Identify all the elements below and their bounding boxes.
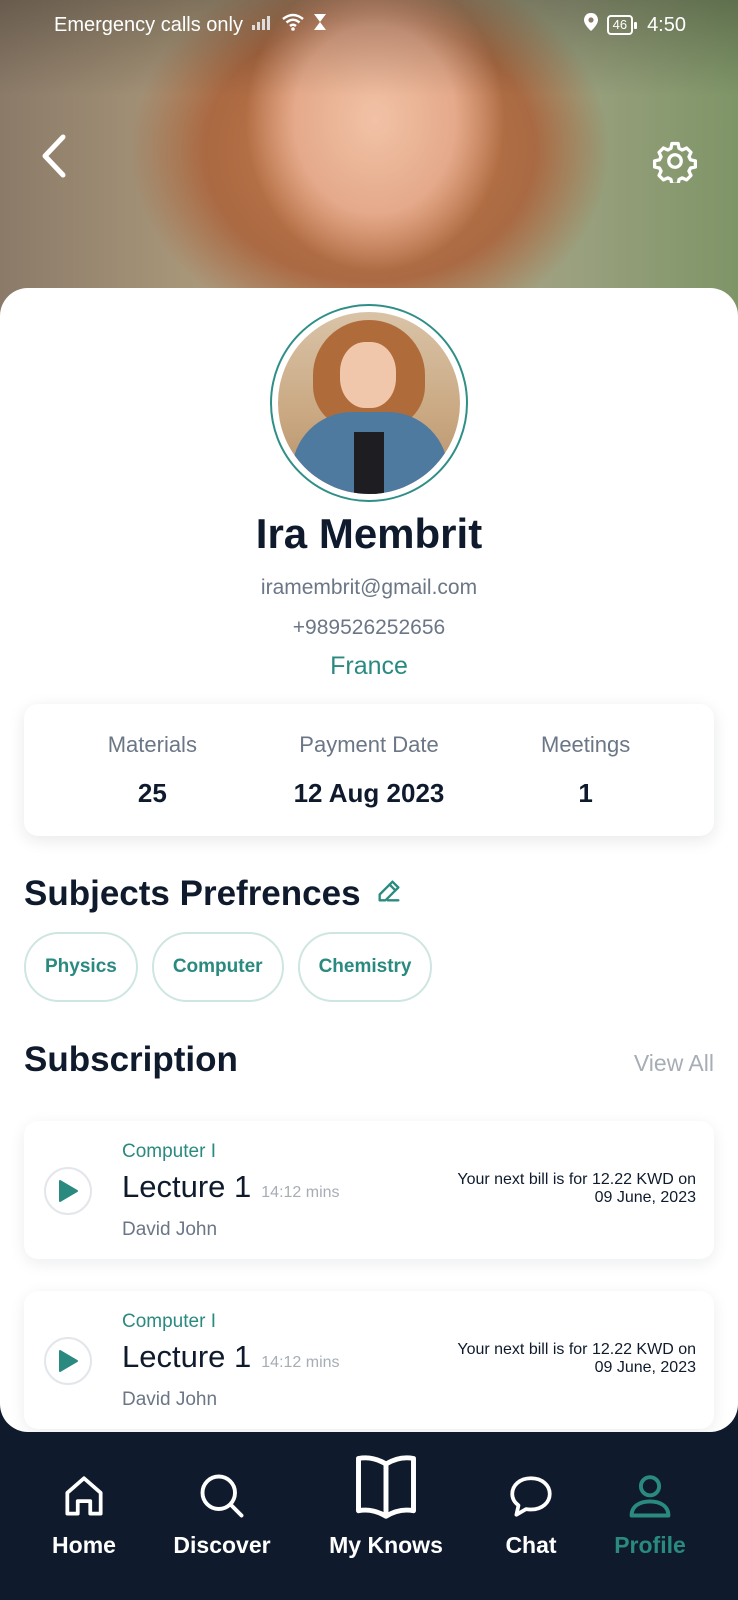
profile-card: Ira Membrit iramembrit@gmail.com +989526… xyxy=(0,288,738,1432)
teacher-name: David John xyxy=(122,1389,218,1410)
profile-phone: +989526252656 xyxy=(292,616,446,639)
stat-meetings[interactable]: Meetings 1 xyxy=(486,732,686,809)
course-name: Computer I xyxy=(122,1141,216,1162)
chat-bubble-icon xyxy=(510,1476,552,1517)
next-bill-text: Your next bill is for 12.22 KWD on 09 Ju… xyxy=(396,1171,696,1207)
preferences-title: Subjects Prefrences xyxy=(24,874,361,913)
status-bar: Emergency calls only 46 4:50 xyxy=(0,0,738,50)
nav-label: Home xyxy=(52,1532,116,1558)
nav-chat[interactable]: Chat xyxy=(486,1432,576,1600)
chevron-left-icon xyxy=(42,134,66,178)
location-icon xyxy=(583,12,599,38)
clock-time: 4:50 xyxy=(647,13,686,36)
profile-email: iramembrit@gmail.com xyxy=(260,576,478,599)
stat-value: 1 xyxy=(578,777,593,808)
lecture-title: Lecture 1 xyxy=(122,1339,252,1374)
user-icon xyxy=(629,1475,671,1518)
chip-chemistry[interactable]: Chemistry xyxy=(297,932,433,1002)
edit-preferences-button[interactable] xyxy=(375,874,403,914)
lecture-duration: 14:12 mins xyxy=(261,1354,340,1371)
bill-date: 09 June, 2023 xyxy=(594,1359,696,1376)
nav-label: Discover xyxy=(173,1532,271,1558)
preference-chips: Physics Computer Chemistry xyxy=(24,932,433,1002)
next-bill-text: Your next bill is for 12.22 KWD on 09 Ju… xyxy=(396,1341,696,1377)
stat-label: Materials xyxy=(107,731,197,757)
subscription-item[interactable]: Computer I Lecture 1 14:12 mins David Jo… xyxy=(24,1121,714,1259)
view-all-link[interactable]: View All xyxy=(634,1050,714,1077)
profile-country: France xyxy=(330,652,408,680)
chip-computer[interactable]: Computer xyxy=(151,932,284,1002)
pencil-icon xyxy=(378,880,400,902)
nav-profile[interactable]: Profile xyxy=(600,1432,700,1600)
bill-line: Your next bill is for 12.22 KWD on xyxy=(457,1171,696,1188)
wifi-icon xyxy=(281,13,305,37)
stats-panel: Materials 25 Payment Date 12 Aug 2023 Me… xyxy=(24,704,714,836)
play-icon xyxy=(59,1350,78,1372)
home-icon xyxy=(65,1476,103,1516)
preferences-heading: Subjects Prefrences xyxy=(24,874,403,914)
subscription-title: Subscription xyxy=(24,1040,238,1079)
book-open-icon xyxy=(356,1455,416,1519)
course-name: Computer I xyxy=(122,1311,216,1332)
hourglass-icon xyxy=(313,13,327,37)
profile-name: Ira Membrit xyxy=(255,510,483,557)
bill-line: Your next bill is for 12.22 KWD on xyxy=(457,1341,696,1358)
teacher-name: David John xyxy=(122,1219,218,1240)
bottom-nav: Home Discover My Knows Chat Profile xyxy=(0,1432,738,1600)
nav-label: Chat xyxy=(505,1532,557,1558)
search-icon xyxy=(200,1474,244,1518)
stat-materials[interactable]: Materials 25 xyxy=(52,732,252,809)
nav-my-knows[interactable]: My Knows xyxy=(318,1432,454,1600)
chip-physics[interactable]: Physics xyxy=(24,932,138,1002)
play-icon xyxy=(59,1180,78,1202)
lecture-title: Lecture 1 xyxy=(122,1169,252,1204)
bill-date: 09 June, 2023 xyxy=(594,1189,696,1206)
lecture-duration: 14:12 mins xyxy=(261,1184,340,1201)
stat-payment-date[interactable]: Payment Date 12 Aug 2023 xyxy=(269,732,469,809)
signal-icon xyxy=(251,13,273,37)
battery-icon: 46 xyxy=(606,15,638,35)
stat-value: 25 xyxy=(137,777,167,808)
nav-home[interactable]: Home xyxy=(34,1432,134,1600)
play-button[interactable] xyxy=(44,1337,92,1385)
stat-label: Payment Date xyxy=(299,731,439,757)
stat-label: Meetings xyxy=(541,731,631,757)
settings-button[interactable] xyxy=(650,136,700,186)
nav-label: Profile xyxy=(614,1532,686,1558)
nav-label: My Knows xyxy=(329,1532,443,1558)
gear-icon xyxy=(653,141,697,183)
subscription-item[interactable]: Computer I Lecture 1 14:12 mins David Jo… xyxy=(24,1291,714,1429)
carrier-text: Emergency calls only xyxy=(54,13,243,36)
back-button[interactable] xyxy=(30,128,78,184)
avatar[interactable] xyxy=(270,304,468,502)
nav-discover[interactable]: Discover xyxy=(164,1432,280,1600)
stat-value: 12 Aug 2023 xyxy=(293,777,445,808)
play-button[interactable] xyxy=(44,1167,92,1215)
